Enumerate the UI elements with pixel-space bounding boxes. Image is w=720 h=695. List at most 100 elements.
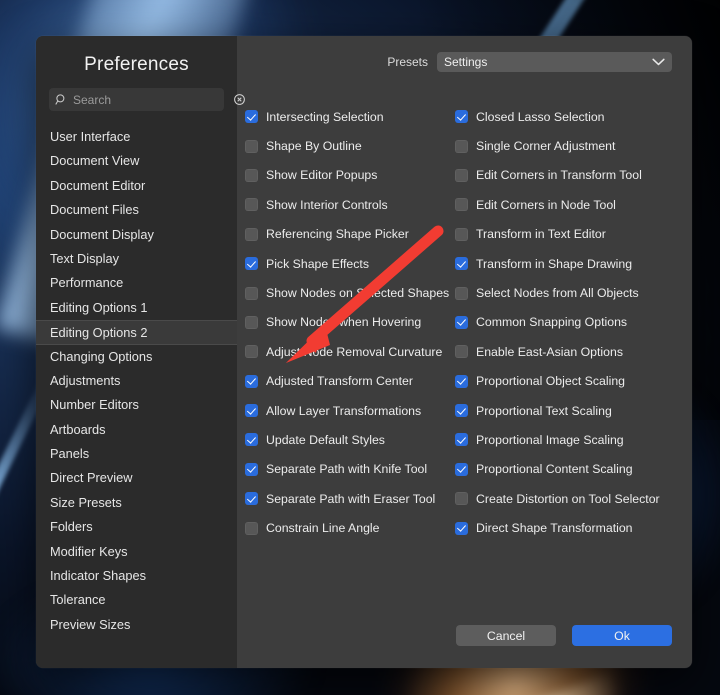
checkbox-proportional-object-scaling[interactable]: [455, 374, 468, 388]
sidebar-item-preview-sizes[interactable]: Preview Sizes: [36, 613, 237, 637]
option-show-nodes-when-hovering[interactable]: Show Nodes when Hovering: [245, 308, 455, 337]
checkbox-show-editor-popups[interactable]: [245, 168, 258, 182]
checkbox-closed-lasso-selection[interactable]: [455, 110, 468, 124]
option-closed-lasso-selection[interactable]: Closed Lasso Selection: [455, 102, 665, 131]
option-common-snapping-options[interactable]: Common Snapping Options: [455, 308, 665, 337]
option-create-distortion-on-tool-selector[interactable]: Create Distortion on Tool Selector: [455, 484, 665, 513]
option-allow-layer-transformations[interactable]: Allow Layer Transformations: [245, 396, 455, 425]
checkbox-intersecting-selection[interactable]: [245, 110, 258, 124]
sidebar-item-document-display[interactable]: Document Display: [36, 223, 237, 247]
checkbox-adjusted-transform-center[interactable]: [245, 374, 258, 388]
preferences-main-panel: Presets Settings Intersecting Selection …: [237, 36, 692, 668]
sidebar-item-text-display[interactable]: Text Display: [36, 247, 237, 271]
checkbox-transform-in-shape-drawing[interactable]: [455, 257, 468, 271]
sidebar-item-editing-options-2[interactable]: Editing Options 2: [36, 320, 237, 345]
option-label: Separate Path with Knife Tool: [266, 462, 428, 477]
sidebar-item-changing-options[interactable]: Changing Options: [36, 345, 237, 369]
options-left-column: Intersecting Selection Shape By Outline …: [245, 102, 455, 625]
option-select-nodes-from-all-objects[interactable]: Select Nodes from All Objects: [455, 278, 665, 307]
checkbox-proportional-content-scaling[interactable]: [455, 462, 468, 476]
option-label: Show Nodes when Hovering: [266, 315, 422, 330]
option-label: Adjusted Transform Center: [266, 374, 413, 389]
sidebar-item-user-interface[interactable]: User Interface: [36, 125, 237, 149]
option-transform-in-text-editor[interactable]: Transform in Text Editor: [455, 220, 665, 249]
checkbox-separate-path-with-knife-tool[interactable]: [245, 462, 258, 476]
sidebar-item-tolerance[interactable]: Tolerance: [36, 588, 237, 612]
sidebar-item-document-editor[interactable]: Document Editor: [36, 174, 237, 198]
checkbox-common-snapping-options[interactable]: [455, 315, 468, 329]
checkbox-show-nodes-on-selected-shapes[interactable]: [245, 286, 258, 300]
option-label: Intersecting Selection: [266, 109, 384, 124]
option-enable-east-asian-options[interactable]: Enable East-Asian Options: [455, 337, 665, 366]
option-show-interior-controls[interactable]: Show Interior Controls: [245, 190, 455, 219]
presets-dropdown[interactable]: Settings: [437, 52, 672, 72]
option-label: Common Snapping Options: [476, 315, 628, 330]
preferences-nav: User Interface Document View Document Ed…: [36, 125, 237, 637]
option-label: Allow Layer Transformations: [266, 403, 422, 418]
option-shape-by-outline[interactable]: Shape By Outline: [245, 131, 455, 160]
option-transform-in-shape-drawing[interactable]: Transform in Shape Drawing: [455, 249, 665, 278]
checkbox-allow-layer-transformations[interactable]: [245, 404, 258, 418]
checkbox-enable-east-asian-options[interactable]: [455, 345, 468, 359]
option-proportional-image-scaling[interactable]: Proportional Image Scaling: [455, 425, 665, 454]
checkbox-constrain-line-angle[interactable]: [245, 521, 258, 535]
option-referencing-shape-picker[interactable]: Referencing Shape Picker: [245, 220, 455, 249]
option-edit-corners-in-node-tool[interactable]: Edit Corners in Node Tool: [455, 190, 665, 219]
sidebar-item-editing-options-1[interactable]: Editing Options 1: [36, 296, 237, 320]
sidebar-item-indicator-shapes[interactable]: Indicator Shapes: [36, 564, 237, 588]
sidebar-item-modifier-keys[interactable]: Modifier Keys: [36, 540, 237, 564]
checkbox-separate-path-with-eraser-tool[interactable]: [245, 492, 258, 506]
option-update-default-styles[interactable]: Update Default Styles: [245, 425, 455, 454]
sidebar-item-folders[interactable]: Folders: [36, 515, 237, 539]
sidebar-item-number-editors[interactable]: Number Editors: [36, 393, 237, 417]
cancel-button[interactable]: Cancel: [456, 625, 556, 646]
sidebar-item-direct-preview[interactable]: Direct Preview: [36, 466, 237, 490]
checkbox-proportional-image-scaling[interactable]: [455, 433, 468, 447]
option-adjusted-transform-center[interactable]: Adjusted Transform Center: [245, 367, 455, 396]
search-input[interactable]: [73, 92, 228, 107]
option-proportional-content-scaling[interactable]: Proportional Content Scaling: [455, 455, 665, 484]
checkbox-adjust-node-removal-curvature[interactable]: [245, 345, 258, 359]
option-adjust-node-removal-curvature[interactable]: Adjust Node Removal Curvature: [245, 337, 455, 366]
option-constrain-line-angle[interactable]: Constrain Line Angle: [245, 513, 455, 542]
option-proportional-text-scaling[interactable]: Proportional Text Scaling: [455, 396, 665, 425]
option-single-corner-adjustment[interactable]: Single Corner Adjustment: [455, 131, 665, 160]
checkbox-pick-shape-effects[interactable]: [245, 257, 258, 271]
ok-button[interactable]: Ok: [572, 625, 672, 646]
option-label: Pick Shape Effects: [266, 256, 369, 271]
option-show-editor-popups[interactable]: Show Editor Popups: [245, 161, 455, 190]
option-intersecting-selection[interactable]: Intersecting Selection: [245, 102, 455, 131]
checkbox-single-corner-adjustment[interactable]: [455, 139, 468, 153]
checkbox-direct-shape-transformation[interactable]: [455, 521, 468, 535]
option-separate-path-with-knife-tool[interactable]: Separate Path with Knife Tool: [245, 455, 455, 484]
option-pick-shape-effects[interactable]: Pick Shape Effects: [245, 249, 455, 278]
checkbox-proportional-text-scaling[interactable]: [455, 404, 468, 418]
sidebar-item-artboards[interactable]: Artboards: [36, 418, 237, 442]
option-label: Constrain Line Angle: [266, 521, 380, 536]
checkbox-update-default-styles[interactable]: [245, 433, 258, 447]
checkbox-transform-in-text-editor[interactable]: [455, 227, 468, 241]
option-separate-path-with-eraser-tool[interactable]: Separate Path with Eraser Tool: [245, 484, 455, 513]
checkbox-show-interior-controls[interactable]: [245, 198, 258, 212]
checkbox-show-nodes-when-hovering[interactable]: [245, 315, 258, 329]
option-label: Direct Shape Transformation: [476, 521, 633, 536]
checkbox-shape-by-outline[interactable]: [245, 139, 258, 153]
checkbox-edit-corners-in-node-tool[interactable]: [455, 198, 468, 212]
sidebar-item-panels[interactable]: Panels: [36, 442, 237, 466]
search-field[interactable]: [49, 88, 245, 111]
checkbox-referencing-shape-picker[interactable]: [245, 227, 258, 241]
option-edit-corners-in-transform-tool[interactable]: Edit Corners in Transform Tool: [455, 161, 665, 190]
sidebar-item-size-presets[interactable]: Size Presets: [36, 491, 237, 515]
checkbox-create-distortion-on-tool-selector[interactable]: [455, 492, 468, 506]
option-label: Show Interior Controls: [266, 197, 388, 212]
sidebar-item-document-files[interactable]: Document Files: [36, 198, 237, 222]
checkbox-select-nodes-from-all-objects[interactable]: [455, 286, 468, 300]
sidebar-item-performance[interactable]: Performance: [36, 271, 237, 295]
sidebar-item-document-view[interactable]: Document View: [36, 149, 237, 173]
option-direct-shape-transformation[interactable]: Direct Shape Transformation: [455, 513, 665, 542]
checkbox-edit-corners-in-transform-tool[interactable]: [455, 168, 468, 182]
option-show-nodes-on-selected-shapes[interactable]: Show Nodes on Selected Shapes: [245, 278, 455, 307]
option-proportional-object-scaling[interactable]: Proportional Object Scaling: [455, 367, 665, 396]
sidebar-item-adjustments[interactable]: Adjustments: [36, 369, 237, 393]
search-icon: [55, 94, 65, 105]
